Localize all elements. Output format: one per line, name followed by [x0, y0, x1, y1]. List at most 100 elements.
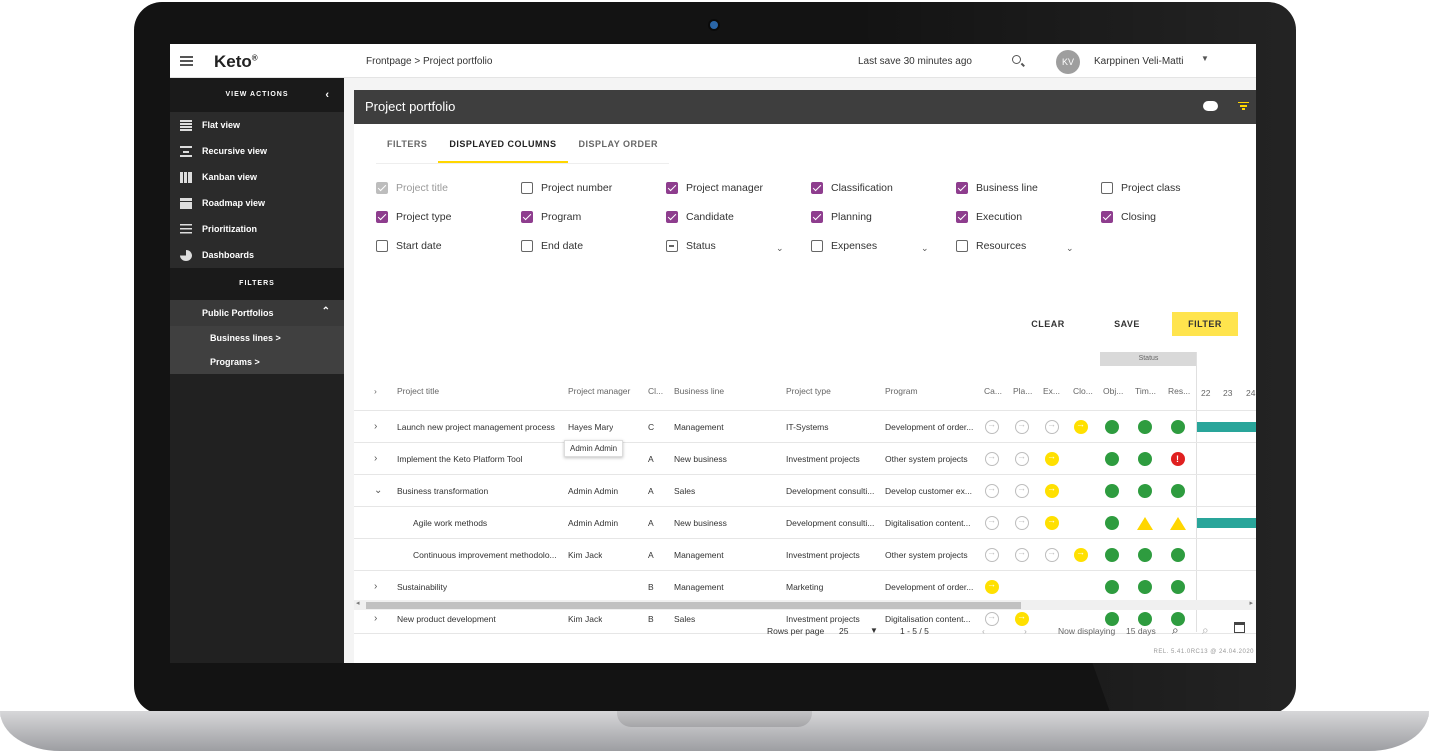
table-row[interactable]: Agile work methods Admin Admin A New bus…: [354, 506, 1256, 538]
checkbox-project-manager[interactable]: Project manager: [666, 182, 763, 194]
col-header-project-type[interactable]: Project type: [786, 372, 831, 410]
checkbox-project-type[interactable]: Project type: [376, 211, 451, 223]
checkbox-resources[interactable]: Resources: [956, 240, 1026, 252]
clear-button[interactable]: CLEAR: [1026, 312, 1070, 336]
chevron-up-icon[interactable]: ⌃: [322, 306, 330, 317]
col-header-project-manager[interactable]: Project manager: [568, 372, 630, 410]
scrollbar-thumb[interactable]: [366, 602, 1021, 609]
checkbox-closing[interactable]: Closing: [1101, 211, 1156, 223]
collapse-sidebar-icon[interactable]: ‹: [325, 78, 330, 112]
checkbox-program[interactable]: Program: [521, 211, 581, 223]
laptop-notch: [617, 711, 812, 727]
filter-button[interactable]: FILTER: [1172, 312, 1238, 336]
scroll-left-icon[interactable]: ◂: [356, 599, 360, 607]
checkbox-end-date[interactable]: End date: [521, 240, 583, 252]
gantt-bar[interactable]: [1197, 518, 1256, 528]
expand-row-icon[interactable]: ›: [374, 443, 377, 475]
col-header-project-title[interactable]: Project title: [397, 372, 439, 410]
tab-display-order[interactable]: DISPLAY ORDER: [568, 128, 670, 163]
checkbox-box[interactable]: [956, 182, 968, 194]
public-portfolios-toggle[interactable]: Public Portfolios ⌃: [170, 300, 344, 326]
col-header-execution[interactable]: Ex...: [1043, 372, 1060, 410]
sidebar-item-business-lines[interactable]: Business lines >: [170, 326, 344, 350]
checkbox-execution[interactable]: Execution: [956, 211, 1022, 223]
col-header-objectives[interactable]: Obj...: [1103, 372, 1123, 410]
expand-all-icon[interactable]: ›: [374, 372, 377, 410]
checkbox-box[interactable]: [811, 211, 823, 223]
calendar-icon[interactable]: [1234, 622, 1245, 633]
checkbox-box[interactable]: [376, 211, 388, 223]
expand-row-icon[interactable]: ›: [374, 411, 377, 443]
table-row[interactable]: › Sustainability B Management Marketing …: [354, 570, 1256, 602]
col-header-timetable[interactable]: Tim...: [1135, 372, 1156, 410]
checkbox-business-line[interactable]: Business line: [956, 182, 1038, 194]
checkbox-box[interactable]: [666, 182, 678, 194]
col-header-classification[interactable]: Cl...: [648, 372, 663, 410]
breadcrumb[interactable]: Frontpage > Project portfolio: [366, 56, 492, 67]
sidebar-item-flat-view[interactable]: Flat view: [170, 112, 344, 138]
checkbox-box[interactable]: [811, 240, 823, 252]
checkbox-planning[interactable]: Planning: [811, 211, 872, 223]
sidebar-item-kanban-view[interactable]: Kanban view: [170, 164, 344, 190]
user-name[interactable]: Karppinen Veli-Matti: [1094, 56, 1184, 67]
table-row[interactable]: › Launch new project management process …: [354, 410, 1256, 442]
cloud-download-icon[interactable]: [1203, 101, 1218, 111]
checkbox-status[interactable]: Status: [666, 240, 716, 252]
checkbox-box[interactable]: [666, 240, 678, 252]
sidebar-item-recursive-view[interactable]: Recursive view: [170, 138, 344, 164]
col-header-closing[interactable]: Clo...: [1073, 372, 1093, 410]
checkbox-project-number[interactable]: Project number: [521, 182, 612, 194]
checkbox-box[interactable]: [811, 182, 823, 194]
expand-expenses-icon[interactable]: ⌄: [921, 243, 929, 254]
sidebar-item-roadmap-view[interactable]: Roadmap view: [170, 190, 344, 216]
checkbox-start-date[interactable]: Start date: [376, 240, 442, 252]
checkbox-project-class[interactable]: Project class: [1101, 182, 1181, 194]
hamburger-menu-icon[interactable]: [180, 56, 193, 66]
checkbox-expenses[interactable]: Expenses: [811, 240, 877, 252]
filter-icon[interactable]: [1238, 102, 1249, 111]
gantt-bar[interactable]: [1197, 422, 1256, 432]
col-header-program[interactable]: Program: [885, 372, 918, 410]
checkbox-box[interactable]: [521, 240, 533, 252]
table-row[interactable]: Continuous improvement methodolo... Kim …: [354, 538, 1256, 570]
sidebar-item-programs[interactable]: Programs >: [170, 350, 344, 374]
checkbox-box[interactable]: [521, 182, 533, 194]
expand-row-icon[interactable]: ›: [374, 571, 377, 603]
checkbox-candidate[interactable]: Candidate: [666, 211, 734, 223]
keto-logo[interactable]: Keto®: [214, 52, 258, 72]
checkbox-box[interactable]: [956, 240, 968, 252]
tab-displayed-columns[interactable]: DISPLAYED COLUMNS: [438, 128, 568, 163]
col-header-planning[interactable]: Pla...: [1013, 372, 1032, 410]
rows-per-page-select[interactable]: 25: [839, 626, 848, 636]
zoom-out-icon[interactable]: ⌕: [1202, 623, 1209, 638]
sidebar-item-dashboards[interactable]: Dashboards: [170, 242, 344, 268]
table-row[interactable]: ⌄ Business transformation Admin Admin A …: [354, 474, 1256, 506]
cell-classification: A: [648, 454, 654, 464]
zoom-in-icon[interactable]: ⌕: [1172, 623, 1179, 638]
col-header-resources[interactable]: Res...: [1168, 372, 1190, 410]
checkbox-box[interactable]: [521, 211, 533, 223]
expand-status-icon[interactable]: ⌄: [776, 243, 784, 254]
scroll-right-icon[interactable]: ▸: [1249, 599, 1253, 607]
table-row[interactable]: › Implement the Keto Platform Tool A New…: [354, 442, 1256, 474]
checkbox-box[interactable]: [956, 211, 968, 223]
checkbox-box[interactable]: [1101, 182, 1113, 194]
avatar[interactable]: KV: [1056, 50, 1080, 74]
next-page-icon[interactable]: ›: [1024, 626, 1027, 636]
prev-page-icon[interactable]: ‹: [982, 626, 985, 636]
checkbox-box[interactable]: [1101, 211, 1113, 223]
expand-resources-icon[interactable]: ⌄: [1066, 243, 1074, 254]
col-header-candidate[interactable]: Ca...: [984, 372, 1002, 410]
col-header-business-line[interactable]: Business line: [674, 372, 724, 410]
user-menu-caret-icon[interactable]: ▼: [1201, 54, 1209, 63]
checkbox-classification[interactable]: Classification: [811, 182, 893, 194]
sidebar-item-prioritization[interactable]: Prioritization: [170, 216, 344, 242]
search-icon[interactable]: [1012, 55, 1021, 64]
tab-filters[interactable]: FILTERS: [376, 128, 438, 163]
rows-per-page-caret-icon[interactable]: ▼: [870, 626, 878, 635]
save-button[interactable]: SAVE: [1106, 312, 1148, 336]
checkbox-box[interactable]: [376, 240, 388, 252]
collapse-row-icon[interactable]: ⌄: [374, 475, 382, 507]
checkbox-box[interactable]: [666, 211, 678, 223]
horizontal-scrollbar[interactable]: ◂ ▸: [354, 600, 1256, 610]
